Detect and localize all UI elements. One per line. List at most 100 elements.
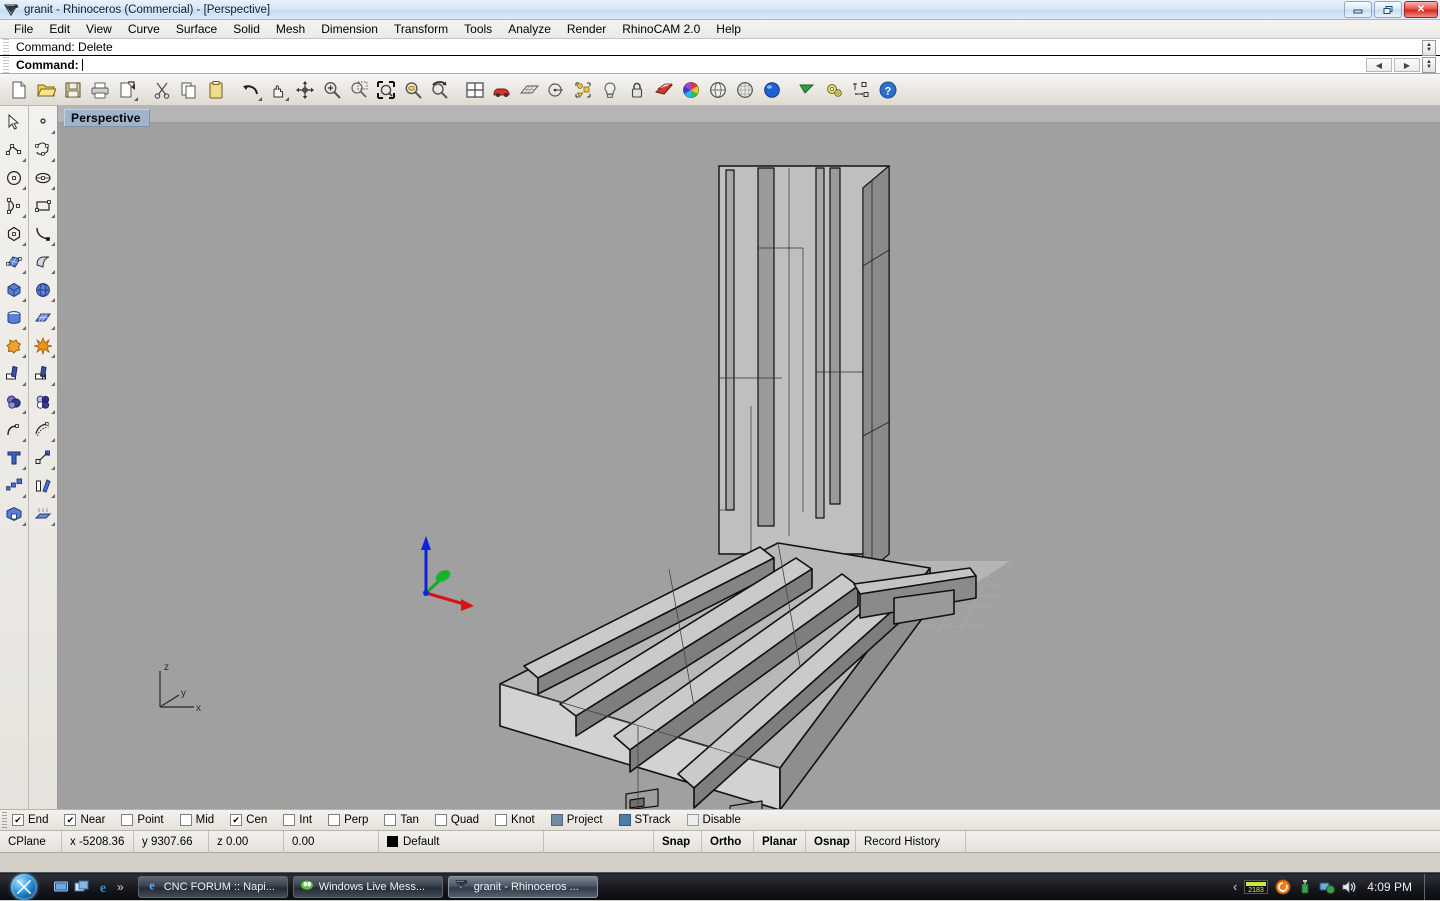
- arc-3point-icon[interactable]: [0, 192, 27, 220]
- layers-icon[interactable]: [651, 77, 677, 103]
- quicklaunch-overflow-icon[interactable]: »: [117, 880, 124, 894]
- status-toggle-osnap[interactable]: Osnap: [806, 831, 856, 853]
- paste-clipboard-icon[interactable]: [203, 77, 229, 103]
- curve-interpolate-icon[interactable]: [29, 136, 56, 164]
- taskbar-button-windows-live-messenger[interactable]: Windows Live Mess...: [293, 876, 443, 898]
- print-preview-icon[interactable]: [114, 77, 140, 103]
- menu-render[interactable]: Render: [559, 21, 614, 37]
- window-titlebar[interactable]: granit - Rhinoceros (Commercial) - [Pers…: [0, 0, 1440, 20]
- osnap-knot[interactable]: Knot: [495, 814, 535, 826]
- mirror-icon[interactable]: [29, 472, 56, 500]
- status-bar[interactable]: CPlane x -5208.36 y 9307.66 z 0.00 0.00 …: [0, 831, 1440, 853]
- status-cplane[interactable]: CPlane: [0, 831, 62, 853]
- point-icon[interactable]: [29, 108, 56, 136]
- ghosted-sphere-icon[interactable]: [732, 77, 758, 103]
- center-point-icon[interactable]: [543, 77, 569, 103]
- internet-explorer-icon[interactable]: e: [94, 878, 112, 896]
- osnap-perp[interactable]: Perp: [328, 814, 368, 826]
- orange-circle-icon[interactable]: [1275, 879, 1291, 895]
- sphere-icon[interactable]: [29, 276, 56, 304]
- osnap-near[interactable]: Near: [64, 814, 105, 826]
- print-icon[interactable]: [87, 77, 113, 103]
- rectangle-icon[interactable]: [29, 192, 56, 220]
- zoom-in-icon[interactable]: [319, 77, 345, 103]
- render-sphere-icon[interactable]: [759, 77, 785, 103]
- osnap-perp-checkbox[interactable]: [328, 814, 340, 826]
- polygon-icon[interactable]: [0, 220, 27, 248]
- osnap-mid-checkbox[interactable]: [180, 814, 192, 826]
- osnap-strack[interactable]: STrack: [619, 814, 671, 826]
- osnap-project[interactable]: Project: [551, 814, 603, 826]
- show-desktop-icon[interactable]: [52, 878, 70, 896]
- menu-rhinocam[interactable]: RhinoCAM 2.0: [614, 21, 708, 37]
- status-toggle-ortho[interactable]: Ortho: [702, 831, 754, 853]
- cylinder-icon[interactable]: [0, 304, 27, 332]
- fillet-curve-icon[interactable]: [0, 416, 27, 444]
- viewport-tab-perspective[interactable]: Perspective: [64, 109, 150, 127]
- lock-icon[interactable]: [624, 77, 650, 103]
- osnap-point-checkbox[interactable]: [121, 814, 133, 826]
- window-controls[interactable]: ✕: [1344, 1, 1438, 18]
- menu-help[interactable]: Help: [708, 21, 749, 37]
- rotate-2d-icon[interactable]: [29, 444, 56, 472]
- osnap-disable-checkbox[interactable]: [687, 814, 699, 826]
- switch-windows-icon[interactable]: [73, 878, 91, 896]
- menu-curve[interactable]: Curve: [120, 21, 168, 37]
- menu-analyze[interactable]: Analyze: [500, 21, 559, 37]
- trim-icon[interactable]: [0, 360, 27, 388]
- new-file-icon[interactable]: [6, 77, 32, 103]
- zoom-window-icon[interactable]: [346, 77, 372, 103]
- status-layer[interactable]: Default: [379, 831, 544, 853]
- command-spinner-down[interactable]: ▲ ▼: [1422, 57, 1436, 73]
- menu-edit[interactable]: Edit: [41, 21, 78, 37]
- tools-sidebar-column-left[interactable]: [0, 106, 29, 809]
- osnap-int-checkbox[interactable]: [283, 814, 295, 826]
- osnap-tan-checkbox[interactable]: [384, 814, 396, 826]
- show-desktop-button[interactable]: [1424, 874, 1432, 900]
- zoom-selected-icon[interactable]: [400, 77, 426, 103]
- menu-mesh[interactable]: Mesh: [268, 21, 313, 37]
- open-folder-icon[interactable]: [33, 77, 59, 103]
- osnap-point[interactable]: Point: [121, 814, 163, 826]
- usb-device-icon[interactable]: [1297, 879, 1313, 895]
- menu-dimension[interactable]: Dimension: [313, 21, 386, 37]
- osnap-end[interactable]: End: [12, 814, 48, 826]
- menu-solid[interactable]: Solid: [225, 21, 268, 37]
- split-icon[interactable]: [29, 360, 56, 388]
- flag-icon[interactable]: [794, 77, 820, 103]
- box-edit-icon[interactable]: [0, 500, 27, 528]
- quick-launch-bar[interactable]: e »: [48, 878, 134, 896]
- menu-tools[interactable]: Tools: [456, 21, 500, 37]
- zoom-extents-icon[interactable]: [373, 77, 399, 103]
- osnap-disable[interactable]: Disable: [687, 814, 741, 826]
- sphere-group-icon[interactable]: [0, 388, 27, 416]
- box-icon[interactable]: [0, 276, 27, 304]
- osnap-project-checkbox[interactable]: [551, 814, 563, 826]
- status-toggle-planar[interactable]: Planar: [754, 831, 806, 853]
- command-prompt-row[interactable]: Command:: [0, 56, 1440, 73]
- osnap-knot-checkbox[interactable]: [495, 814, 507, 826]
- scale-2d-icon[interactable]: [0, 472, 27, 500]
- select-arrow-icon[interactable]: [0, 108, 27, 136]
- osnap-gripper[interactable]: [2, 812, 7, 828]
- boolean-difference-icon[interactable]: [29, 388, 56, 416]
- color-wheel-icon[interactable]: [678, 77, 704, 103]
- curve-blend-icon[interactable]: [29, 220, 56, 248]
- dimension-icon[interactable]: [848, 77, 874, 103]
- surface-from-curves-icon[interactable]: [0, 248, 27, 276]
- command-next-button[interactable]: ▶: [1394, 58, 1420, 72]
- save-icon[interactable]: [60, 77, 86, 103]
- menu-transform[interactable]: Transform: [386, 21, 456, 37]
- cut-scissors-icon[interactable]: [149, 77, 175, 103]
- osnap-cen-checkbox[interactable]: [230, 814, 242, 826]
- explode-icon[interactable]: [29, 332, 56, 360]
- polyline-icon[interactable]: [0, 136, 27, 164]
- undo-arrow-icon[interactable]: [238, 77, 264, 103]
- 3d-model-canvas[interactable]: [58, 106, 1440, 809]
- osnap-cen[interactable]: Cen: [230, 814, 267, 826]
- help-icon[interactable]: ?: [875, 77, 901, 103]
- network-icon[interactable]: [1319, 879, 1335, 895]
- extrude-icon[interactable]: [29, 500, 56, 528]
- osnap-end-checkbox[interactable]: [12, 814, 24, 826]
- counter-display-icon[interactable]: 2183: [1243, 879, 1269, 895]
